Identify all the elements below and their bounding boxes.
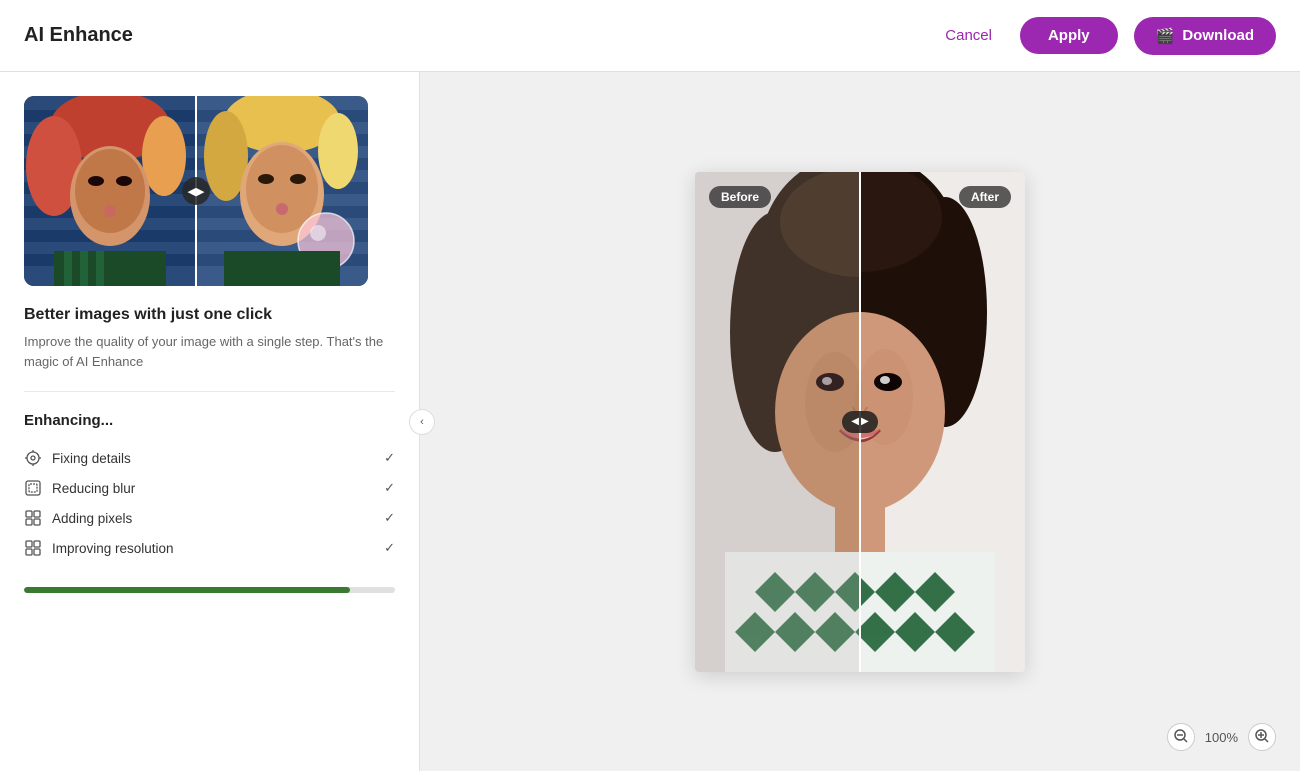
preview-before-svg — [24, 96, 196, 286]
download-label: Download — [1182, 27, 1254, 44]
description-title: Better images with just one click — [24, 306, 395, 324]
check-icon-adding-pixels: ✓ — [384, 510, 395, 526]
enhance-item-improving-resolution: Improving resolution ✓ — [24, 533, 395, 563]
zoom-out-button[interactable] — [1167, 723, 1195, 751]
fixing-details-icon — [24, 449, 42, 467]
header-actions: Cancel Apply 🎬 Download — [933, 17, 1276, 55]
check-icon-reducing-blur: ✓ — [384, 480, 395, 496]
enhance-item-fixing-details: Fixing details ✓ — [24, 443, 395, 473]
cancel-button[interactable]: Cancel — [933, 19, 1004, 52]
enhance-item-adding-pixels: Adding pixels ✓ — [24, 503, 395, 533]
reducing-blur-icon — [24, 479, 42, 497]
preview-drag-handle[interactable]: ◀▶ — [182, 177, 210, 205]
page-title: AI Enhance — [24, 24, 133, 47]
check-icon-improving-resolution: ✓ — [384, 540, 395, 556]
comparison-container: Before After ◀ ▶ — [695, 172, 1025, 672]
preview-image: ◀▶ — [24, 96, 368, 286]
progress-bar — [24, 587, 395, 593]
adding-pixels-icon — [24, 509, 42, 527]
right-area: Before After ◀ ▶ 100% — [420, 72, 1300, 771]
apply-button[interactable]: Apply — [1020, 17, 1118, 54]
preview-after — [196, 96, 368, 286]
enhancing-title: Enhancing... — [24, 412, 395, 429]
divider — [24, 391, 395, 392]
enhance-item-label-resolution: Improving resolution — [52, 541, 174, 556]
enhance-list: Fixing details ✓ Reducing blur ✓ — [24, 443, 395, 563]
description-text: Improve the quality of your image with a… — [24, 332, 395, 371]
left-panel: ◀▶ Better images with just one click Imp… — [0, 72, 420, 771]
preview-container: ◀▶ — [24, 96, 368, 286]
enhance-item-label-blur: Reducing blur — [52, 481, 135, 496]
download-button[interactable]: 🎬 Download — [1134, 17, 1276, 55]
zoom-in-button[interactable] — [1248, 723, 1276, 751]
check-icon-fixing-details: ✓ — [384, 450, 395, 466]
zoom-level: 100% — [1205, 730, 1238, 745]
enhance-item-label: Fixing details — [52, 451, 131, 466]
collapse-panel-button[interactable]: ‹ — [409, 409, 435, 435]
after-badge: After — [959, 186, 1011, 208]
comparison-drag-handle[interactable]: ◀ ▶ — [842, 411, 878, 433]
enhance-item-reducing-blur: Reducing blur ✓ — [24, 473, 395, 503]
handle-left-arrow: ◀ — [851, 416, 859, 427]
download-icon: 🎬 — [1156, 27, 1175, 45]
zoom-in-icon — [1255, 729, 1269, 746]
collapse-icon: ‹ — [420, 416, 424, 428]
improving-resolution-icon — [24, 539, 42, 557]
before-badge: Before — [709, 186, 771, 208]
header: AI Enhance Cancel Apply 🎬 Download — [0, 0, 1300, 72]
zoom-out-icon — [1174, 729, 1188, 746]
preview-before — [24, 96, 196, 286]
progress-bar-fill — [24, 587, 350, 593]
main-content: ◀▶ Better images with just one click Imp… — [0, 72, 1300, 771]
enhance-item-label-pixels: Adding pixels — [52, 511, 132, 526]
zoom-controls: 100% — [1167, 723, 1276, 751]
handle-right-arrow: ▶ — [861, 416, 869, 427]
preview-after-svg — [196, 96, 368, 286]
